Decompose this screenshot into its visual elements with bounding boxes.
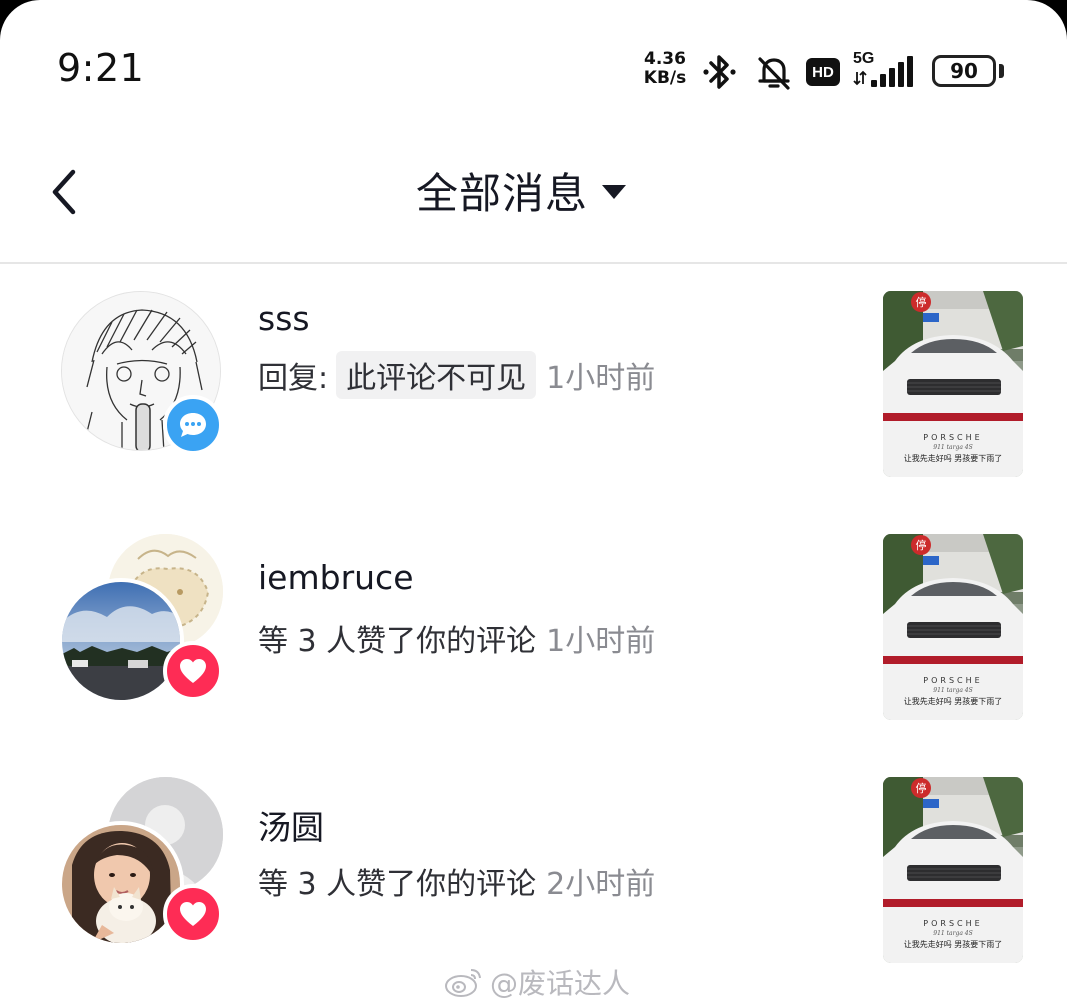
message-text: 回复: 此评论不可见 1小时前	[258, 351, 655, 399]
like-summary: 等 3 人赞了你的评论	[258, 867, 537, 902]
hd-icon: HD	[806, 58, 840, 86]
username[interactable]: sss	[258, 299, 310, 338]
network-type-label: 5G	[853, 50, 875, 67]
bell-muted-icon	[758, 57, 790, 90]
avatar-group	[58, 291, 226, 461]
car-model-text: 911 targa 4S	[933, 930, 972, 937]
screen: 9:21 4.36 KB/s HD 5G 90 全部消息 sss 回复: 此评论…	[0, 0, 1067, 1008]
avatar-group	[58, 777, 226, 947]
avatar-portrait-image	[62, 825, 180, 943]
parking-sign-text: 停	[916, 295, 927, 309]
car-brand-text: PORSCHE	[923, 919, 982, 928]
avatar[interactable]	[58, 578, 184, 704]
car-thumbnail-image: 停 PORSCHE 911 targa 4S 让我先走好吗 男孩要下雨了	[883, 534, 1023, 720]
hidden-comment-tag: 此评论不可见	[336, 351, 537, 399]
parking-sign-text: 停	[916, 538, 927, 552]
signal-5g-icon: 5G	[853, 50, 919, 90]
message-text: 等 3 人赞了你的评论 2小时前	[258, 859, 655, 903]
car-model-text: 911 targa 4S	[933, 444, 972, 451]
video-thumbnail[interactable]: 停 PORSCHE 911 targa 4S 让我先走好吗 男孩要下雨了	[883, 291, 1023, 477]
comment-badge	[163, 395, 223, 455]
car-caption-text: 让我先走好吗 男孩要下雨了	[904, 696, 1003, 706]
battery-level: 90	[950, 59, 978, 83]
heart-icon	[180, 659, 206, 683]
status-bar: 9:21 4.36 KB/s HD 5G 90	[0, 0, 1067, 130]
car-brand-text: PORSCHE	[923, 676, 982, 685]
timestamp: 2小时前	[546, 867, 656, 902]
avatar[interactable]	[58, 821, 184, 947]
chevron-left-icon	[52, 169, 76, 215]
heart-icon	[180, 902, 206, 926]
video-thumbnail[interactable]: 停 PORSCHE 911 targa 4S 让我先走好吗 男孩要下雨了	[883, 777, 1023, 963]
avatar-group	[58, 534, 226, 704]
timestamp: 1小时前	[546, 361, 656, 396]
message-item[interactable]: sss 回复: 此评论不可见 1小时前 停 PORSCHE 911 targa …	[0, 285, 1067, 485]
message-item[interactable]: iembruce 等 3 人赞了你的评论 1小时前 停 PORSCHE 911 …	[0, 528, 1067, 728]
network-speed-unit: KB/s	[643, 68, 687, 88]
back-button[interactable]	[40, 162, 88, 222]
bluetooth-icon	[703, 55, 736, 89]
car-caption-text: 让我先走好吗 男孩要下雨了	[904, 453, 1003, 463]
timestamp: 1小时前	[546, 624, 656, 659]
message-item[interactable]: 汤圆 等 3 人赞了你的评论 2小时前 停 PORSCHE 911 targa …	[0, 771, 1067, 971]
clock: 9:21	[57, 46, 145, 90]
car-thumbnail-image: 停 PORSCHE 911 targa 4S 让我先走好吗 男孩要下雨了	[883, 291, 1023, 477]
watermark: @废话达人	[444, 962, 630, 1002]
car-caption-text: 让我先走好吗 男孩要下雨了	[904, 939, 1003, 949]
weibo-icon	[445, 969, 481, 997]
like-badge	[163, 884, 223, 944]
car-thumbnail-image: 停 PORSCHE 911 targa 4S 让我先走好吗 男孩要下雨了	[883, 777, 1023, 963]
message-filter-dropdown[interactable]: 全部消息	[416, 160, 627, 220]
message-text: 等 3 人赞了你的评论 1小时前	[258, 616, 655, 660]
reply-prefix: 回复:	[258, 361, 329, 396]
car-model-text: 911 targa 4S	[933, 687, 972, 694]
battery-tip	[999, 64, 1004, 78]
username[interactable]: iembruce	[258, 558, 414, 597]
car-brand-text: PORSCHE	[923, 433, 982, 442]
nav-header: 全部消息	[0, 130, 1067, 264]
battery-icon: 90	[932, 55, 996, 87]
username[interactable]: 汤圆	[258, 801, 324, 849]
avatar-landscape-image	[62, 582, 180, 700]
network-speed-value: 4.36	[644, 49, 686, 69]
parking-sign-text: 停	[916, 781, 927, 795]
caret-down-icon	[602, 185, 627, 199]
comment-icon	[180, 413, 206, 437]
page-title: 全部消息	[416, 168, 589, 218]
video-thumbnail[interactable]: 停 PORSCHE 911 targa 4S 让我先走好吗 男孩要下雨了	[883, 534, 1023, 720]
network-speed: 4.36 KB/s	[637, 50, 693, 88]
watermark-text: @废话达人	[490, 967, 631, 1000]
like-badge	[163, 641, 223, 701]
like-summary: 等 3 人赞了你的评论	[258, 624, 537, 659]
